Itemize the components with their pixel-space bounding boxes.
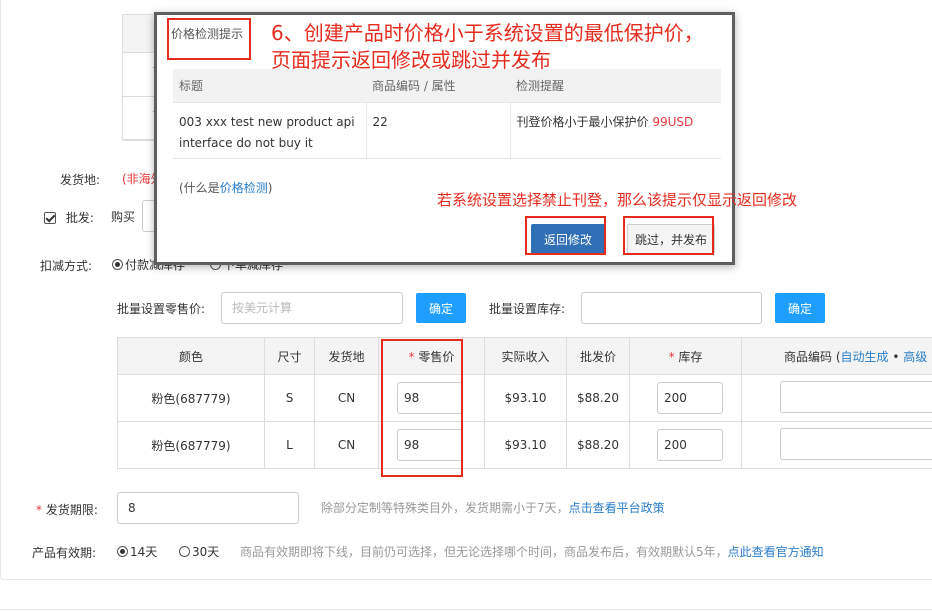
ship-period-hint: 除部分定制等特殊类目外，发货期需小于7天，点击查看平台政策 bbox=[321, 499, 665, 516]
batch-price-confirm-button[interactable]: 确定 bbox=[416, 293, 466, 323]
cell-product-code: 22 bbox=[366, 102, 511, 159]
cell-ship: CN bbox=[314, 374, 379, 422]
cell-product-title: 003 xxx test new product api interface d… bbox=[173, 102, 367, 159]
help-prefix: (什么是 bbox=[179, 181, 220, 195]
cell-alert: 刊登价格小于最小保护价 99USD bbox=[510, 102, 721, 159]
radio-checked-icon bbox=[112, 259, 123, 270]
ship-period-hint-text: 除部分定制等特殊类目外，发货期需小于7天， bbox=[321, 501, 569, 515]
validity-hint-text: 商品有效期即将下线，目前仍可选择，但无论选择哪个时间，商品发布后，有效期默认5年… bbox=[240, 545, 728, 559]
alert-text: 刊登价格小于最小保护价 bbox=[516, 114, 649, 129]
code-auto-link[interactable]: 自动生成 bbox=[841, 350, 889, 364]
annotation-main-line-1: 6、创建产品时价格小于系统设置的最低保护价， bbox=[271, 21, 704, 45]
code-separator: • bbox=[892, 349, 900, 364]
modal-help: (什么是价格检测) bbox=[179, 179, 272, 196]
col-code-attr: 商品编码 / 属性 bbox=[366, 69, 510, 103]
radio-unchecked-icon bbox=[179, 546, 190, 557]
table-row: 粉色(687779) S CN 98 $93.10 $88.20 200 bbox=[117, 374, 932, 422]
cell-stock: 200 bbox=[629, 374, 742, 422]
validity-notice-link[interactable]: 点此查看官方通知 bbox=[728, 545, 824, 559]
code-advanced-link[interactable]: 高级 bbox=[903, 350, 927, 364]
wholesale-label: 批发: bbox=[65, 211, 94, 225]
cell-color: 粉色(687779) bbox=[117, 421, 265, 469]
price-input[interactable]: 98 bbox=[397, 429, 463, 461]
cell-color: 粉色(687779) bbox=[117, 374, 265, 422]
cell-price: 98 bbox=[378, 374, 485, 422]
col-code-label: 商品编码 bbox=[784, 349, 833, 364]
divider bbox=[0, 609, 932, 610]
table-row: 粉色(687779) L CN 98 $93.10 $88.20 200 bbox=[117, 421, 932, 469]
price-check-help-link[interactable]: 价格检测 bbox=[220, 181, 268, 195]
sku-table: 颜色 尺寸 发货地 * 零售价 实际收入 批发价 * 库存 商品编码 (自动生成… bbox=[117, 337, 932, 469]
col-ship: 发货地 bbox=[314, 337, 379, 375]
cell-income: $93.10 bbox=[484, 374, 567, 422]
modal-title: 价格检测提示 bbox=[171, 27, 244, 41]
required-mark: * bbox=[668, 349, 675, 364]
batch-stock-label: 批量设置库存: bbox=[489, 302, 566, 316]
price-check-table: 标题 商品编码 / 属性 检测提醒 003 xxx test new produ… bbox=[173, 69, 721, 159]
sku-table-header-row: 颜色 尺寸 发货地 * 零售价 实际收入 批发价 * 库存 商品编码 (自动生成… bbox=[117, 337, 932, 375]
table-row: 003 xxx test new product api interface d… bbox=[173, 102, 721, 159]
cell-stock: 200 bbox=[629, 421, 742, 469]
alert-price: 99USD bbox=[652, 114, 694, 129]
annotation-main-line-2: 页面提示返回修改或跳过并发布 bbox=[271, 48, 551, 72]
code-input[interactable] bbox=[780, 427, 932, 460]
shipping-label: 发货地: bbox=[60, 173, 101, 187]
ship-period-label: * 发货期限: bbox=[36, 501, 98, 518]
wholesale-buy-text: 购买 bbox=[111, 210, 136, 224]
deduct-label: 扣减方式: bbox=[40, 259, 93, 273]
ship-period-input[interactable]: 8 bbox=[117, 492, 299, 524]
batch-stock-confirm-button[interactable]: 确定 bbox=[775, 293, 825, 323]
wholesale-row: 批发: bbox=[44, 209, 94, 226]
cell-code bbox=[741, 374, 932, 422]
col-income: 实际收入 bbox=[484, 337, 567, 375]
col-stock: * 库存 bbox=[629, 337, 742, 375]
price-input[interactable]: 98 bbox=[397, 382, 463, 414]
cell-wholesale: $88.20 bbox=[566, 421, 630, 469]
cell-income: $93.10 bbox=[484, 421, 567, 469]
col-stock-label: 库存 bbox=[678, 349, 703, 364]
back-to-edit-button[interactable]: 返回修改 bbox=[531, 224, 605, 254]
help-suffix: ) bbox=[267, 181, 273, 195]
cell-size: L bbox=[264, 421, 315, 469]
col-price-label: 零售价 bbox=[418, 349, 455, 364]
validity-hint: 商品有效期即将下线，目前仍可选择，但无论选择哪个时间，商品发布后，有效期默认5年… bbox=[240, 543, 824, 560]
cell-code bbox=[741, 421, 932, 469]
col-price: * 零售价 bbox=[378, 337, 485, 375]
batch-price-input[interactable] bbox=[221, 292, 403, 324]
validity-label: 产品有效期: bbox=[32, 546, 97, 560]
col-code: 商品编码 (自动生成 • 高级 bbox=[741, 337, 932, 375]
cell-size: S bbox=[264, 374, 315, 422]
col-wholesale: 批发价 bbox=[566, 337, 630, 375]
validity-option-30-label: 30天 bbox=[192, 545, 220, 559]
ship-period-policy-link[interactable]: 点击查看平台政策 bbox=[569, 501, 665, 515]
stock-input[interactable]: 200 bbox=[657, 382, 723, 414]
col-alert: 检测提醒 bbox=[510, 69, 721, 103]
validity-option-30[interactable]: 30天 bbox=[179, 543, 219, 560]
validity-option-14[interactable]: 14天 bbox=[117, 543, 157, 560]
cell-ship: CN bbox=[314, 421, 379, 469]
annotation-sub-note: 若系统设置选择禁止刊登，那么该提示仅显示返回修改 bbox=[437, 191, 798, 209]
stock-input[interactable]: 200 bbox=[657, 429, 723, 461]
required-mark: * bbox=[36, 503, 42, 517]
required-mark: * bbox=[408, 349, 415, 364]
validity-option-14-label: 14天 bbox=[130, 545, 158, 559]
cell-wholesale: $88.20 bbox=[566, 374, 630, 422]
col-size: 尺寸 bbox=[264, 337, 315, 375]
batch-stock-input[interactable] bbox=[581, 292, 762, 324]
code-input[interactable] bbox=[780, 380, 932, 413]
cell-price: 98 bbox=[378, 421, 485, 469]
skip-and-publish-button[interactable]: 跳过，并发布 bbox=[627, 224, 715, 254]
radio-checked-icon bbox=[117, 546, 128, 557]
col-title: 标题 bbox=[173, 69, 366, 103]
wholesale-checkbox[interactable] bbox=[44, 212, 56, 224]
price-check-header-row: 标题 商品编码 / 属性 检测提醒 bbox=[173, 69, 721, 103]
batch-price-label: 批量设置零售价: bbox=[117, 302, 206, 316]
ship-period-label-text: 发货期限: bbox=[45, 503, 98, 517]
col-color: 颜色 bbox=[117, 337, 265, 375]
